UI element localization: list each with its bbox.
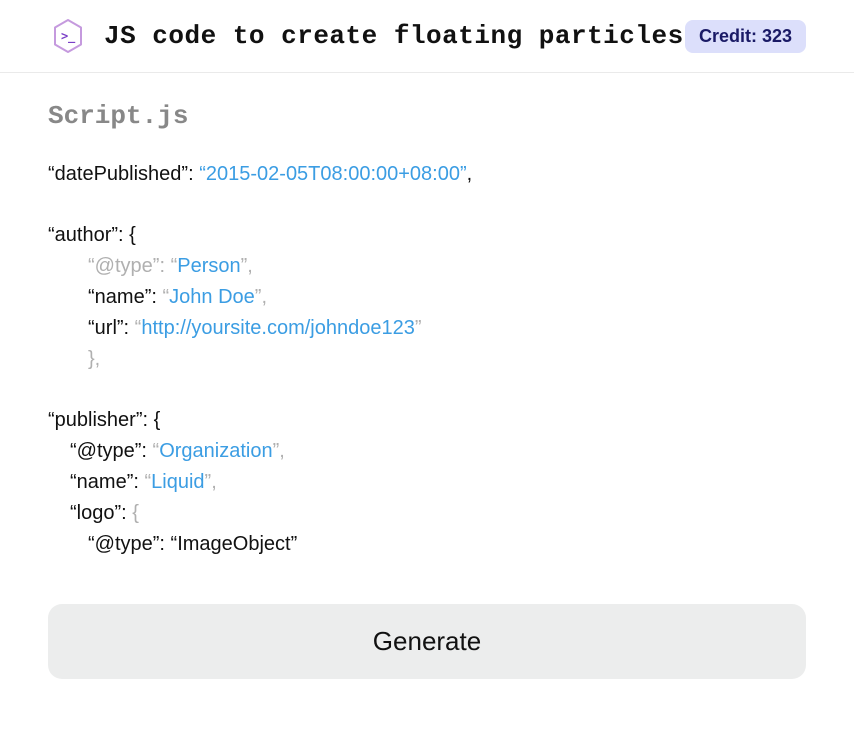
code-key-imageobject: “@type”: “ImageObject” [88,533,297,555]
colon: : [159,255,170,277]
code-value-date: “2015-02-05T08:00:00+08:00” [199,163,466,185]
code-line: “name”: “Liquid”, [48,467,806,498]
code-key: “name”: [88,286,162,308]
code-value-url: http://yoursite.com/johndoe123 [141,317,415,339]
code-key-author: “author”: { [48,224,136,246]
code-line: “url”: “http://yoursite.com/johndoe123” [48,313,806,344]
code-key: “@type”: [70,440,153,462]
code-line: “publisher”: { [48,405,806,436]
code-line: “author”: { [48,220,806,251]
code-line: “datePublished”: “2015-02-05T08:00:00+08… [48,159,806,190]
closing-brace: }, [88,348,100,370]
code-key: “name”: [70,471,144,493]
file-name-heading: Script.js [48,101,806,131]
code-line: “@type”: “Person”, [48,251,806,282]
code-key-publisher: “publisher”: { [48,409,160,431]
comma: , [211,471,217,493]
code-line: “@type”: “ImageObject” [48,529,806,560]
code-key: “@type” [88,255,159,277]
generate-button[interactable]: Generate [48,604,806,679]
code-line: }, [48,344,806,375]
page-title: JS code to create floating particles [104,21,684,51]
code-block: “datePublished”: “2015-02-05T08:00:00+08… [48,159,806,560]
svg-text:_: _ [68,29,76,44]
credit-badge: Credit: 323 [685,20,806,53]
comma: , [467,163,473,185]
code-key: “datePublished”: [48,163,194,185]
quote: ” [415,317,422,339]
blank-line [48,375,806,405]
header-left: > _ JS code to create floating particles [48,16,684,56]
main-content: Script.js “datePublished”: “2015-02-05T0… [0,73,854,679]
code-line: “@type”: “Organization”, [48,436,806,467]
code-value-liquid: Liquid [151,471,204,493]
header-bar: > _ JS code to create floating particles… [0,0,854,73]
code-key: “logo”: [70,502,132,524]
code-key: “url”: [88,317,135,339]
app-logo-icon: > _ [48,16,88,56]
code-line: “name”: “John Doe”, [48,282,806,313]
code-value-person: Person [177,255,240,277]
open-brace: { [132,502,139,524]
comma: , [261,286,267,308]
code-line: “logo”: { [48,498,806,529]
code-value-name: John Doe [169,286,255,308]
comma: , [279,440,285,462]
code-value-org: Organization [159,440,272,462]
comma: , [247,255,253,277]
blank-line [48,190,806,220]
